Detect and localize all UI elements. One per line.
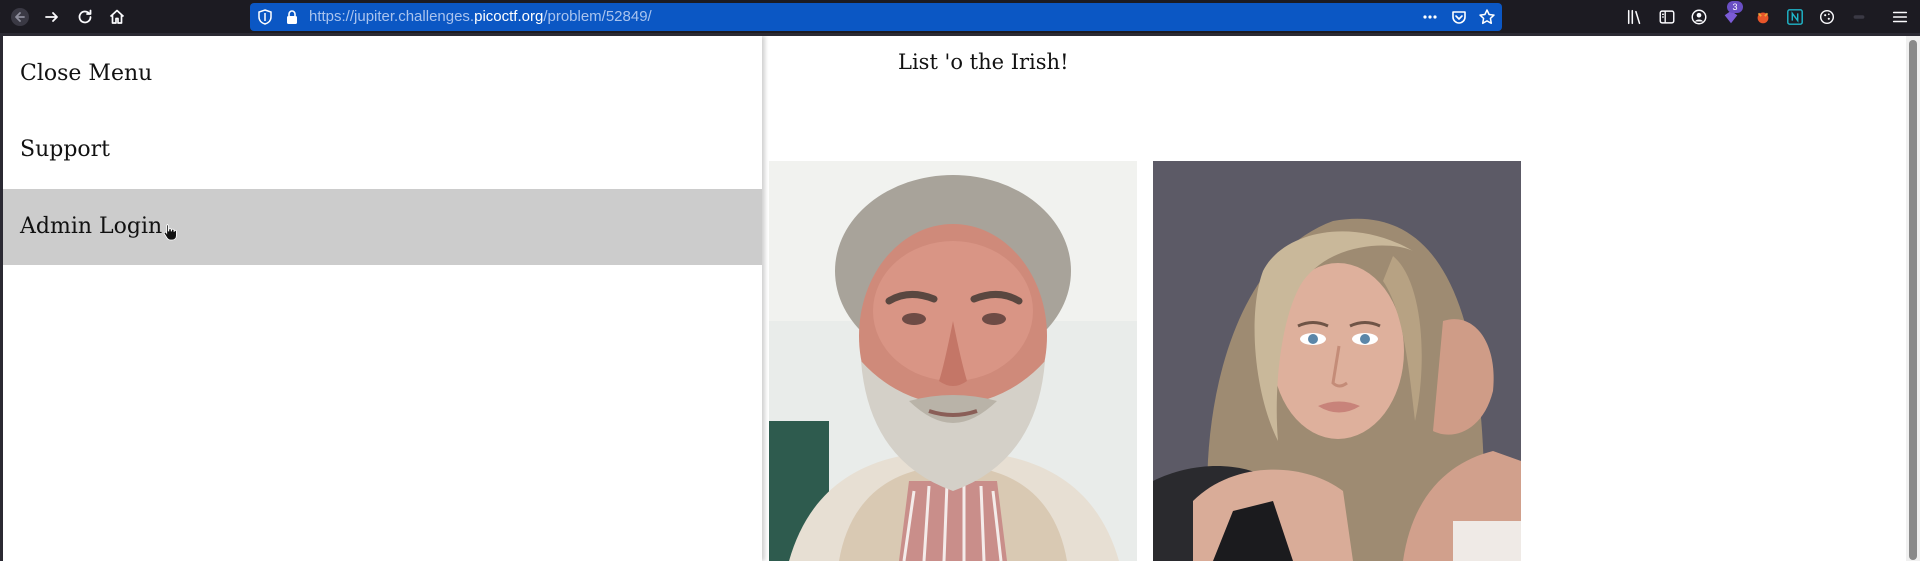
extension-button-2[interactable]	[1753, 7, 1773, 27]
bearded-man-portrait-image	[769, 161, 1137, 561]
library-icon	[1627, 9, 1641, 25]
extension-button-4[interactable]	[1817, 7, 1837, 27]
cookie-extension-icon	[1819, 9, 1835, 25]
extension-badge: 3	[1727, 1, 1743, 13]
irish-person-photo-1[interactable]	[769, 161, 1137, 561]
forward-button[interactable]	[38, 3, 66, 31]
back-arrow-icon	[11, 8, 29, 26]
irish-person-photo-2[interactable]	[1153, 161, 1521, 561]
url-text[interactable]: https://jupiter.challenges.picoctf.org/p…	[309, 3, 652, 31]
bookmark-star-icon[interactable]	[1478, 8, 1496, 26]
sidebar-button[interactable]	[1657, 7, 1677, 27]
page-title: List 'o the Irish!	[898, 50, 1069, 74]
side-menu: Close Menu Support Admin Login	[3, 36, 762, 561]
reload-button[interactable]	[71, 3, 99, 31]
admin-login-menu-item[interactable]: Admin Login	[3, 189, 762, 265]
lock-icon[interactable]	[283, 8, 301, 26]
extension-button-3[interactable]	[1785, 7, 1805, 27]
url-domain: picoctf.org	[474, 8, 544, 25]
vertical-scrollbar[interactable]	[1906, 36, 1920, 561]
hand-pointer-cursor-icon	[163, 224, 177, 241]
forward-arrow-icon	[45, 12, 58, 22]
fox-extension-icon	[1757, 12, 1769, 24]
browser-toolbar: https://jupiter.challenges.picoctf.org/p…	[0, 0, 1920, 33]
page-content: Close Menu Support Admin Login List 'o t…	[0, 36, 1906, 561]
dark-extension-icon	[1853, 15, 1865, 19]
support-menu-item[interactable]: Support	[3, 112, 762, 188]
reload-icon	[78, 9, 92, 24]
url-path: /problem/52849/	[543, 8, 652, 25]
pocket-icon[interactable]	[1450, 8, 1468, 26]
hamburger-menu-icon	[1892, 11, 1908, 23]
blonde-woman-portrait-image	[1153, 161, 1521, 561]
scrollbar-thumb[interactable]	[1909, 40, 1917, 560]
url-prefix: https://jupiter.challenges.	[309, 8, 475, 25]
close-menu-item[interactable]: Close Menu	[3, 36, 762, 112]
n-extension-icon	[1787, 9, 1803, 25]
extension-button-5[interactable]	[1849, 7, 1869, 27]
back-button[interactable]	[6, 3, 34, 31]
home-icon	[109, 9, 125, 24]
home-button[interactable]	[103, 3, 131, 31]
url-bar[interactable]: https://jupiter.challenges.picoctf.org/p…	[250, 3, 1502, 31]
admin-login-label: Admin Login	[20, 214, 163, 239]
account-button[interactable]	[1689, 7, 1709, 27]
more-dots-icon[interactable]	[1421, 8, 1439, 26]
account-icon	[1691, 9, 1707, 25]
library-button[interactable]	[1625, 7, 1645, 27]
tracking-protection-shield-icon[interactable]	[256, 8, 274, 26]
app-menu-button[interactable]	[1890, 7, 1910, 27]
sidebar-icon	[1659, 10, 1675, 24]
